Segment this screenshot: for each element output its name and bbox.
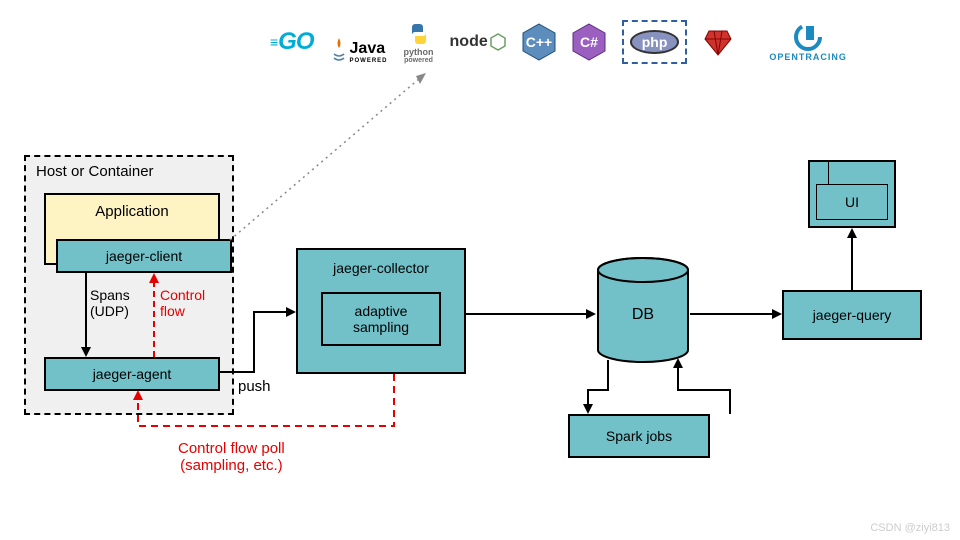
opentracing-icon: OPENTRACING	[769, 20, 847, 64]
php-icon: php	[622, 20, 688, 64]
ruby-icon	[703, 20, 733, 64]
collector-label: jaeger-collector	[333, 260, 429, 276]
go-icon: ≡GO	[270, 20, 314, 64]
svg-text:C#: C#	[580, 34, 598, 50]
language-row: ≡GO JavaPOWERED pythonpowered node C++ C…	[270, 20, 847, 64]
jaeger-collector-box: jaeger-collector adaptive sampling	[296, 248, 466, 374]
node-icon: node	[450, 20, 506, 64]
python-icon: pythonpowered	[404, 20, 434, 64]
watermark: CSDN @ziyi813	[870, 522, 950, 534]
host-title: Host or Container	[36, 163, 154, 180]
control-poll-arrow	[122, 374, 402, 444]
ui-label: UI	[845, 194, 859, 210]
db-cylinder: DB	[596, 256, 690, 364]
spark-jobs-label: Spark jobs	[606, 428, 672, 444]
cpp-icon: C++	[522, 20, 556, 64]
adaptive-sampling-box: adaptive sampling	[321, 292, 441, 346]
db-to-spark-arrow	[580, 360, 740, 420]
application-label: Application	[46, 203, 218, 220]
jaeger-client-label: jaeger-client	[106, 248, 182, 264]
collector-to-db-arrow	[466, 304, 596, 324]
jaeger-query-label: jaeger-query	[813, 307, 892, 323]
svg-text:C++: C++	[526, 34, 552, 50]
jaeger-client-box: jaeger-client	[56, 239, 232, 273]
java-icon: JavaPOWERED	[330, 20, 388, 64]
csharp-icon: C#	[572, 20, 606, 64]
ui-box: UI	[808, 160, 896, 228]
query-to-ui-arrow	[842, 228, 862, 290]
jaeger-query-box: jaeger-query	[782, 290, 922, 340]
control-flow-label: Control flow	[160, 287, 205, 319]
db-label: DB	[596, 306, 690, 324]
adaptive-sampling-label: adaptive sampling	[353, 303, 409, 335]
spark-jobs-box: Spark jobs	[568, 414, 710, 458]
client-to-languages-arrow	[230, 70, 430, 240]
spans-label: Spans (UDP)	[90, 287, 130, 319]
control-poll-label: Control flow poll (sampling, etc.)	[178, 440, 285, 474]
db-to-query-arrow	[690, 304, 782, 324]
